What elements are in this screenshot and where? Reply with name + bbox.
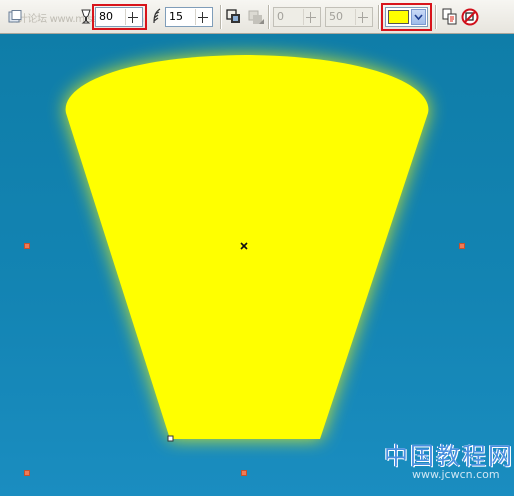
preset-icon[interactable] [8, 9, 22, 23]
property-bar: 设计论坛 www.missyuan.com 80 15 0 50 [0, 0, 514, 34]
separator [435, 5, 436, 29]
clear-shadow-icon[interactable] [461, 8, 479, 26]
separator [378, 5, 379, 29]
drawing-canvas[interactable]: 中国教程网 www.jcwcn.com [0, 34, 514, 496]
color-highlight-box [381, 3, 432, 31]
cup-shape[interactable] [65, 55, 429, 439]
offset-x-value: 0 [277, 10, 284, 23]
shape-node[interactable] [167, 435, 174, 442]
offset-y-spinner: 50 [325, 7, 373, 27]
selection-handle-bottom-left[interactable] [24, 470, 30, 476]
separator [220, 5, 221, 29]
opacity-icon [79, 8, 93, 26]
separator [268, 5, 269, 29]
opacity-highlight-box [92, 4, 147, 30]
offset-y-value: 50 [329, 10, 343, 23]
feather-spin-arrows-icon[interactable] [195, 9, 210, 25]
watermark-logo: 中国教程网 [384, 442, 514, 470]
offset-x-spinner: 0 [273, 7, 321, 27]
shadow-direction-icon[interactable] [226, 8, 242, 26]
selection-handle-bottom[interactable] [241, 470, 247, 476]
shadow-fade-icon [247, 8, 265, 26]
offset-y-spin-arrows-icon [355, 9, 370, 25]
feather-spinner[interactable]: 15 [165, 7, 213, 27]
canvas-drawing [65, 55, 429, 442]
selection-handle-right[interactable] [459, 243, 465, 249]
selection-handle-left[interactable] [24, 243, 30, 249]
feather-icon [151, 8, 163, 26]
offset-x-spin-arrows-icon [303, 9, 318, 25]
feather-value: 15 [169, 10, 183, 23]
watermark-url: www.jcwcn.com [412, 468, 500, 481]
copy-shadow-properties-icon[interactable] [442, 8, 458, 26]
